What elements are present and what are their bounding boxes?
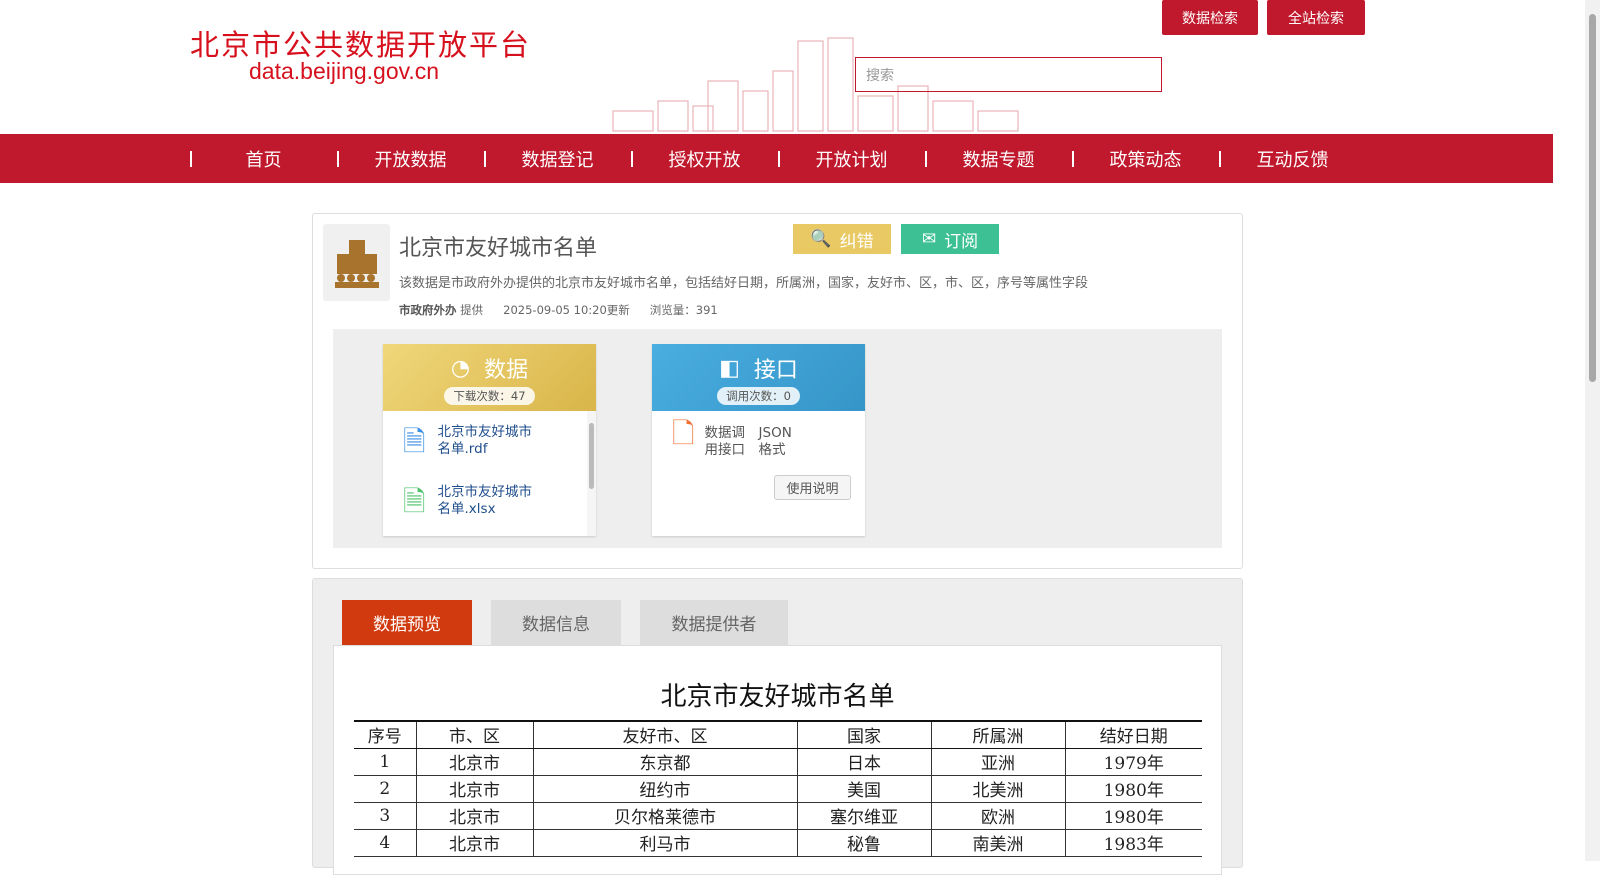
col-header: 序号	[354, 720, 417, 749]
call-count: 调用次数：0	[717, 387, 800, 405]
usage-guide-button[interactable]: 使用说明	[774, 475, 851, 500]
preview-section: 数据预览 数据信息 数据提供者 北京市友好城市名单 序号 市、区 友好市、区 国…	[312, 578, 1243, 875]
buildings-icon	[323, 224, 390, 301]
api-icon: ◧	[719, 355, 740, 381]
updated-time: 2025-09-05 10:20更新	[503, 303, 630, 317]
file-name[interactable]: 北京市友好城市名单.xlsx	[438, 484, 538, 518]
cell: 美国	[796, 775, 932, 803]
table-header-row: 序号 市、区 友好市、区 国家 所属洲 结好日期	[354, 720, 1202, 749]
file-list-scrollbar[interactable]	[587, 411, 596, 536]
provider: 市政府外办	[399, 303, 457, 317]
cell: 3	[354, 802, 417, 830]
data-panel: ◔ 数据 下载次数：47 🗎 北京市友好城市名单.rdf 🗎 北京市友好城市名单.xl…	[383, 344, 596, 536]
cell: 秘鲁	[796, 829, 932, 857]
resources-area: ◔ 数据 下载次数：47 🗎 北京市友好城市名单.rdf 🗎 北京市友好城市名单.xl…	[333, 329, 1222, 548]
dataset-title: 北京市友好城市名单	[399, 236, 598, 261]
cell: 利马市	[532, 829, 798, 857]
cell: 北京市	[415, 829, 534, 857]
document-icon: 🗋	[672, 417, 695, 450]
cell: 北美洲	[930, 775, 1066, 803]
cell: 塞尔维亚	[796, 802, 932, 830]
api-label: 数据调用接口	[704, 425, 746, 458]
cell: 1980年	[1064, 802, 1202, 830]
table-row: 1 北京市 东京都 日本 亚洲 1979年	[354, 748, 1202, 776]
cell: 南美洲	[930, 829, 1066, 857]
dataset-card: 北京市友好城市名单 🔍 纠错 ✉ 订阅 该数据是市政府外办提供的北京市友好城市名单，…	[312, 213, 1243, 569]
preview-content: 北京市友好城市名单 序号 市、区 友好市、区 国家 所属洲 结好日期 1 北京市东…	[333, 645, 1222, 875]
col-header: 国家	[796, 720, 932, 749]
xls-file-icon: 🗎	[403, 484, 426, 518]
search-input[interactable]: 搜索	[855, 57, 1162, 92]
nav-data-topics[interactable]: 数据专题	[925, 134, 1072, 183]
view-count: 浏览量：391	[649, 303, 718, 317]
provider-suffix: 提供	[460, 303, 484, 317]
cell: 4	[354, 829, 417, 857]
api-panel-header: ◧ 接口 调用次数：0	[652, 344, 865, 411]
logo-url: data.beijing.gov.cn	[249, 58, 440, 84]
data-search-button[interactable]: 数据检索	[1162, 0, 1258, 35]
report-error-button[interactable]: 🔍 纠错	[793, 224, 891, 254]
magnifier-icon: 🔍	[810, 229, 832, 249]
report-error-label: 纠错	[839, 231, 874, 252]
cell: 东京都	[532, 748, 798, 776]
dataset-description: 该数据是市政府外办提供的北京市友好城市名单，包括结好日期，所属洲，国家，友好市、…	[399, 276, 1089, 291]
file-xlsx[interactable]: 🗎 北京市友好城市名单.xlsx	[383, 471, 596, 531]
cell: 北京市	[415, 775, 534, 803]
nav-open-data[interactable]: 开放数据	[337, 134, 484, 183]
cell: 北京市	[415, 802, 534, 830]
nav-data-registration[interactable]: 数据登记	[484, 134, 631, 183]
page-scrollbar[interactable]	[1585, 0, 1600, 861]
cell: 1983年	[1064, 829, 1202, 857]
site-search-button[interactable]: 全站检索	[1267, 0, 1365, 35]
cell: 2	[354, 775, 417, 803]
table-row: 3 北京市 贝尔格莱德市 塞尔维亚 欧洲 1980年	[354, 802, 1202, 830]
tab-data-info[interactable]: 数据信息	[491, 600, 621, 645]
cell: 亚洲	[930, 748, 1066, 776]
cell: 北京市	[415, 748, 534, 776]
nav-home[interactable]: 首页	[190, 134, 337, 183]
table-row: 2 北京市 纽约市 美国 北美洲 1980年	[354, 775, 1202, 803]
pie-chart-icon: ◔	[450, 355, 471, 381]
subscribe-label: 订阅	[944, 231, 979, 252]
nav-policy-news[interactable]: 政策动态	[1072, 134, 1219, 183]
preview-table: 序号 市、区 友好市、区 国家 所属洲 结好日期 1 北京市 东京都 日本 亚洲 1979…	[354, 720, 1202, 857]
cell: 1979年	[1064, 748, 1202, 776]
file-name[interactable]: 北京市友好城市名单.rdf	[438, 424, 538, 458]
cell: 纽约市	[532, 775, 798, 803]
api-format: JSON格式	[758, 425, 792, 458]
table-row: 4 北京市 利马市 秘鲁 南美洲 1983年	[354, 829, 1202, 857]
envelope-icon: ✉	[921, 229, 937, 249]
nav-open-plan[interactable]: 开放计划	[778, 134, 925, 183]
file-rdf[interactable]: 🗎 北京市友好城市名单.rdf	[383, 411, 596, 471]
nav-feedback[interactable]: 互动反馈	[1219, 134, 1366, 183]
data-panel-title: 数据	[484, 358, 529, 383]
col-header: 友好市、区	[532, 720, 798, 749]
cell: 贝尔格莱德市	[532, 802, 798, 830]
cell: 1	[354, 748, 417, 776]
api-panel: ◧ 接口 调用次数：0 🗋 数据调用接口 JSON格式 使用说明	[652, 344, 865, 536]
cell: 欧洲	[930, 802, 1066, 830]
download-count: 下载次数：47	[444, 387, 535, 405]
header: 北京市公共数据开放平台 data.beijing.gov.cn 登录 搜索 数据…	[0, 0, 1553, 134]
data-panel-header: ◔ 数据 下载次数：47	[383, 344, 596, 411]
tab-data-preview[interactable]: 数据预览	[342, 600, 472, 645]
col-header: 市、区	[415, 720, 534, 749]
cell: 1980年	[1064, 775, 1202, 803]
scrollbar-thumb[interactable]	[1589, 14, 1596, 382]
nav-authorized-open[interactable]: 授权开放	[631, 134, 778, 183]
subscribe-button[interactable]: ✉ 订阅	[901, 224, 999, 254]
table-title: 北京市友好城市名单	[660, 682, 895, 712]
col-header: 结好日期	[1064, 720, 1202, 749]
rdf-file-icon: 🗎	[403, 424, 426, 458]
cell: 日本	[796, 748, 932, 776]
col-header: 所属洲	[930, 720, 1066, 749]
dataset-meta: 市政府外办 提供 2025-09-05 10:20更新 浏览量：391	[399, 302, 718, 318]
api-panel-title: 接口	[753, 358, 798, 383]
tab-data-provider[interactable]: 数据提供者	[640, 600, 788, 645]
main-nav: 首页 开放数据 数据登记 授权开放 开放计划 数据专题 政策动态 互动反馈	[0, 134, 1553, 183]
